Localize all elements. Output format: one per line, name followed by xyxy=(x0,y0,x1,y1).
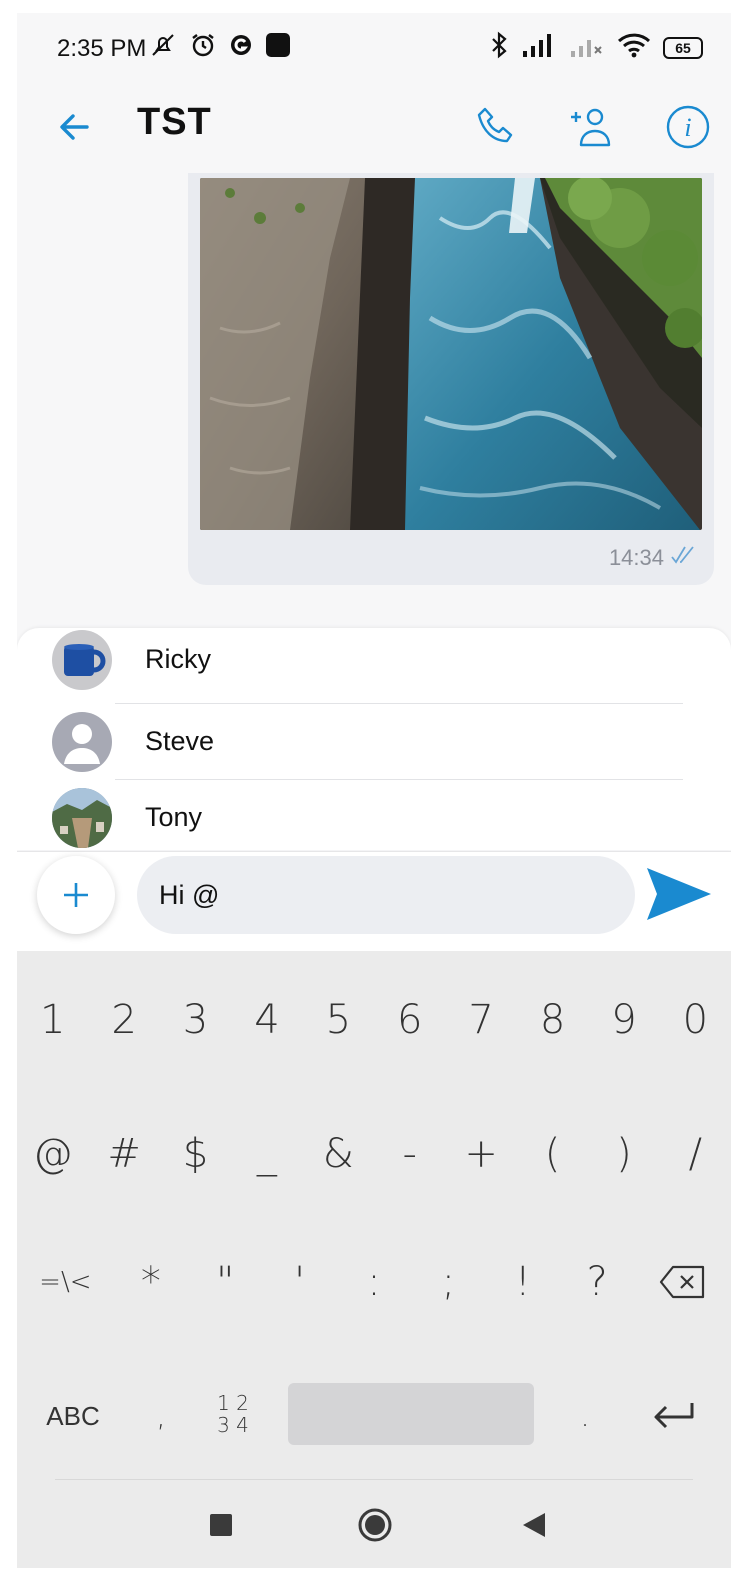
alarm-icon xyxy=(189,31,217,64)
bluetooth-icon xyxy=(489,31,509,64)
numpad-top-label: 1 2 xyxy=(217,1391,249,1415)
key-double-quote[interactable]: " xyxy=(188,1227,262,1337)
chat-area[interactable]: 14:34 xyxy=(17,173,731,633)
home-icon[interactable] xyxy=(357,1507,393,1543)
key-period[interactable]: . xyxy=(565,1391,605,1441)
key-paren-close[interactable]: ) xyxy=(588,1099,659,1209)
space-key[interactable] xyxy=(288,1383,534,1445)
mention-item-tony[interactable]: Tony xyxy=(17,780,731,856)
key-3[interactable]: 3 xyxy=(160,965,231,1075)
key-7[interactable]: 7 xyxy=(445,965,516,1075)
key-ampersand[interactable]: & xyxy=(303,1099,374,1209)
key-colon[interactable]: : xyxy=(337,1227,411,1337)
key-6[interactable]: 6 xyxy=(374,965,445,1075)
avatar xyxy=(52,630,112,690)
key-question[interactable]: ? xyxy=(560,1227,634,1337)
recents-icon[interactable] xyxy=(203,1507,239,1543)
key-semicolon[interactable]: ; xyxy=(411,1227,485,1337)
key-more-symbols[interactable]: =\< xyxy=(17,1227,114,1337)
avatar xyxy=(52,712,112,772)
status-time: 2:35 PM xyxy=(57,35,147,62)
navigation-bar xyxy=(17,1491,731,1561)
key-hash[interactable]: # xyxy=(88,1099,159,1209)
key-minus[interactable]: - xyxy=(374,1099,445,1209)
key-comma[interactable]: , xyxy=(141,1391,181,1441)
chat-title: TST xyxy=(137,101,212,143)
message-composer xyxy=(17,851,731,952)
divider xyxy=(55,1479,693,1480)
message-meta: 14:34 xyxy=(609,545,698,571)
signal-icon xyxy=(521,33,557,62)
key-slash[interactable]: / xyxy=(660,1099,731,1209)
numpad-bottom-label: 3 4 xyxy=(217,1413,249,1437)
chat-header: TST i xyxy=(17,83,731,173)
key-8[interactable]: 8 xyxy=(517,965,588,1075)
mention-name: Ricky xyxy=(145,644,211,674)
info-icon[interactable]: i xyxy=(664,103,712,151)
keyboard-row-digits: 1 2 3 4 5 6 7 8 9 0 xyxy=(17,965,731,1075)
key-2[interactable]: 2 xyxy=(88,965,159,1075)
key-4[interactable]: 4 xyxy=(231,965,302,1075)
keyboard-row-punct: =\< * " ' : ; ! ? xyxy=(17,1227,731,1337)
g-icon xyxy=(229,33,253,62)
message-time: 14:34 xyxy=(608,545,664,570)
send-icon[interactable] xyxy=(643,858,715,930)
key-5[interactable]: 5 xyxy=(303,965,374,1075)
keyboard-row-symbols: @ # $ _ & - + ( ) / xyxy=(17,1099,731,1209)
battery-icon: 65 xyxy=(663,36,703,59)
message-input-container[interactable] xyxy=(137,856,635,934)
phone-screen: 2:35 PM 65 TST i 14:34 Ricky Steve Tony … xyxy=(17,13,731,1568)
app-icon xyxy=(265,32,291,63)
key-asterisk[interactable]: * xyxy=(114,1227,188,1337)
keyboard: 1 2 3 4 5 6 7 8 9 0 @ # $ _ & - + ( ) / … xyxy=(17,951,731,1568)
add-user-icon[interactable] xyxy=(567,103,615,151)
attach-button[interactable] xyxy=(37,856,115,934)
double-check-icon xyxy=(670,545,698,571)
svg-text:i: i xyxy=(684,113,691,142)
key-single-quote[interactable]: ' xyxy=(262,1227,336,1337)
message-input[interactable] xyxy=(157,878,601,912)
wifi-icon xyxy=(617,32,651,63)
key-at[interactable]: @ xyxy=(17,1099,88,1209)
message-photo[interactable] xyxy=(200,178,702,530)
key-underscore[interactable]: _ xyxy=(231,1099,302,1209)
signal-2-icon xyxy=(569,33,605,62)
key-paren-open[interactable]: ( xyxy=(517,1099,588,1209)
mention-item-ricky[interactable]: Ricky xyxy=(17,628,731,704)
key-0[interactable]: 0 xyxy=(660,965,731,1075)
avatar xyxy=(52,788,112,848)
muted-icon xyxy=(149,31,177,64)
mention-name: Steve xyxy=(145,726,215,756)
key-9[interactable]: 9 xyxy=(588,965,659,1075)
key-1[interactable]: 1 xyxy=(17,965,88,1075)
mention-name: Tony xyxy=(145,802,203,832)
key-dollar[interactable]: $ xyxy=(160,1099,231,1209)
key-plus[interactable]: + xyxy=(445,1099,516,1209)
back-nav-icon[interactable] xyxy=(517,1507,553,1543)
key-exclamation[interactable]: ! xyxy=(486,1227,560,1337)
mention-item-steve[interactable]: Steve xyxy=(17,704,731,780)
phone-icon[interactable] xyxy=(473,103,521,151)
status-bar: 2:35 PM 65 xyxy=(17,13,731,83)
image-message-bubble[interactable]: 14:34 xyxy=(188,173,714,585)
key-abc[interactable]: ABC xyxy=(35,1391,111,1441)
plus-icon xyxy=(64,883,88,907)
enter-icon[interactable] xyxy=(647,1389,701,1441)
backspace-icon[interactable] xyxy=(634,1227,731,1337)
back-arrow-icon[interactable] xyxy=(53,105,97,149)
mention-suggestions: Ricky Steve Tony xyxy=(17,628,731,856)
key-numpad-toggle[interactable]: 1 2 3 4 xyxy=(205,1383,261,1445)
